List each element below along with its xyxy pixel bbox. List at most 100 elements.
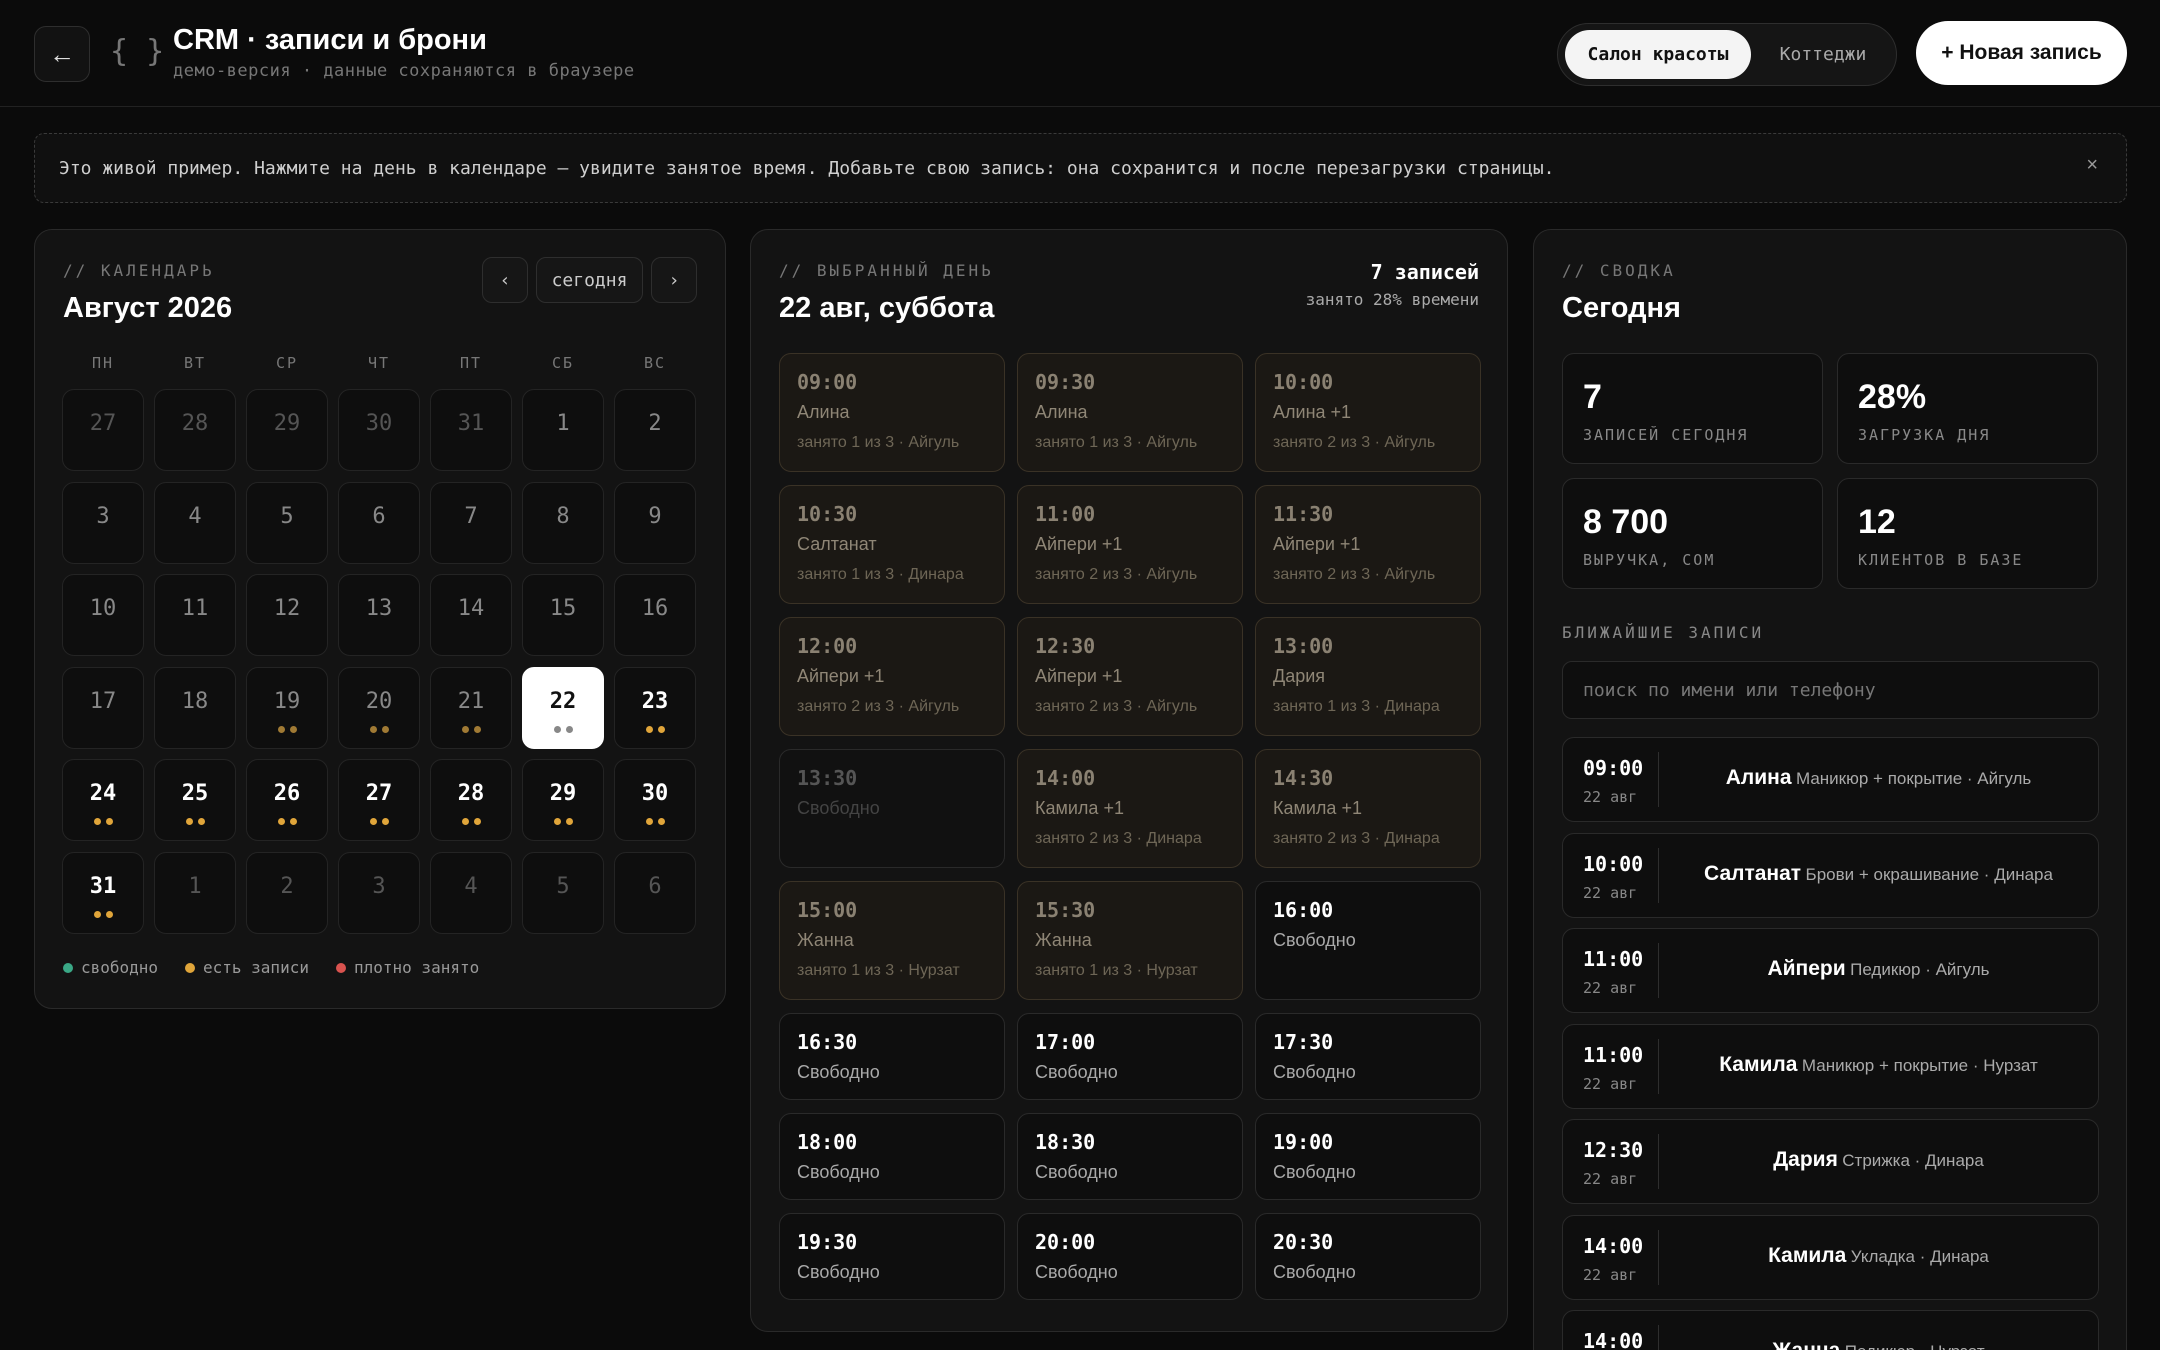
time-slot[interactable]: 20:00 Свободно	[1017, 1213, 1243, 1300]
time-slot[interactable]: 18:30 Свободно	[1017, 1113, 1243, 1200]
booking-dot	[657, 818, 665, 825]
calendar-day: 28	[154, 389, 236, 471]
summary-panel: // СВОДКА Сегодня 7 ЗАПИСЕЙ СЕГОДНЯ 28% …	[1533, 229, 2127, 1350]
calendar-day[interactable]: 11	[154, 574, 236, 656]
appointment-item[interactable]: 11:00 22 авг Камила Маникюр + покрытие · Н…	[1562, 1023, 2099, 1109]
calendar-day[interactable]: 14	[430, 574, 512, 656]
calendar-day[interactable]: 3	[62, 481, 144, 564]
appointment-item[interactable]: 09:00 22 авг Алина Маникюр + покрытие · Ай…	[1562, 737, 2099, 822]
time-slot[interactable]: 15:00 Жанна занято 1 из 3 · Нурзат	[779, 881, 1005, 1000]
calendar-day[interactable]: 21	[430, 666, 512, 749]
appointment-detail: Педикюр · Нурзат	[1845, 1342, 1985, 1350]
time-slot[interactable]: 12:00 Айпери +1 занято 2 из 3 · Айгуль	[779, 617, 1005, 736]
time-slot[interactable]: 14:00 Камила +1 занято 2 из 3 · Динара	[1017, 749, 1243, 868]
prev-month-button[interactable]: ‹	[482, 257, 528, 303]
segment-salon[interactable]: Салон красоты	[1565, 30, 1751, 79]
calendar-day[interactable]: 20	[338, 666, 420, 749]
client-search-input[interactable]	[1562, 661, 2099, 719]
time-slot[interactable]: 13:30 Свободно	[779, 749, 1005, 868]
calendar-day-number: 2	[280, 873, 294, 899]
appointment-item[interactable]: 12:30 22 авг Дария Стрижка · Динара	[1562, 1119, 2099, 1204]
time-slot[interactable]: 16:30 Свободно	[779, 1013, 1005, 1100]
time-slot[interactable]: 11:00 Айпери +1 занято 2 из 3 · Айгуль	[1017, 485, 1243, 604]
appointment-time: 11:00	[1583, 1042, 1644, 1067]
calendar-day[interactable]: 6	[338, 481, 420, 564]
calendar-day[interactable]: 22	[522, 666, 604, 749]
calendar-day[interactable]: 27	[338, 759, 420, 841]
appointment-item[interactable]: 14:0022 авгЖанна Педикюр · Нурзат	[1562, 1310, 2099, 1350]
time-slot[interactable]: 10:30 Салтанат занято 1 из 3 · Динара	[779, 485, 1005, 604]
time-slot[interactable]: 17:30 Свободно	[1255, 1013, 1481, 1100]
weekday-header: ПН	[91, 354, 115, 372]
appointment-client: Жанна	[1772, 1339, 1840, 1350]
back-button[interactable]: ←	[34, 26, 90, 82]
legend-dot	[63, 962, 73, 973]
calendar-day[interactable]: 19	[246, 666, 328, 749]
calendar-day[interactable]: 2	[614, 389, 696, 471]
calendar-day[interactable]: 4	[154, 481, 236, 564]
calendar-day-number: 4	[464, 873, 478, 899]
time-slot[interactable]: 15:30 Жанна занято 1 из 3 · Нурзат	[1017, 881, 1243, 1000]
slot-time: 13:00	[1273, 634, 1334, 658]
calendar-day[interactable]: 13	[338, 574, 420, 656]
calendar-day[interactable]: 12	[246, 574, 328, 656]
appointment-item[interactable]: 14:00 22 авг Камила Укладка · Динара	[1562, 1214, 2099, 1300]
time-slot[interactable]: 19:30 Свободно	[779, 1213, 1005, 1300]
calendar-day[interactable]: 23	[614, 666, 696, 749]
appointment-detail: Стрижка · Динара	[1842, 1151, 1984, 1170]
calendar-day[interactable]: 29	[522, 759, 604, 841]
appointment-time: 14:00	[1583, 1329, 1644, 1350]
calendar-day[interactable]: 30	[614, 759, 696, 841]
time-slot[interactable]: 09:00 Алина занято 1 из 3 · Айгуль	[779, 353, 1005, 472]
time-slot[interactable]: 13:00 Дария занято 1 из 3 · Динара	[1255, 617, 1481, 736]
time-slot[interactable]: 12:30 Айпери +1 занято 2 из 3 · Айгуль	[1017, 617, 1243, 736]
calendar-day[interactable]: 24	[62, 759, 144, 841]
calendar-day[interactable]: 15	[522, 574, 604, 656]
stat-day-load: 28% ЗАГРУЗКА ДНЯ	[1837, 353, 2098, 464]
calendar-day[interactable]: 9	[614, 481, 696, 564]
calendar-day-number: 22	[549, 688, 577, 714]
calendar-day[interactable]: 17	[62, 666, 144, 749]
next-month-button[interactable]: ›	[651, 257, 697, 303]
close-icon[interactable]: ×	[2086, 154, 2098, 177]
calendar-day[interactable]: 18	[154, 666, 236, 749]
appointment-detail: Брови + окрашивание · Динара	[1805, 864, 2053, 884]
calendar-day[interactable]: 16	[614, 574, 696, 656]
calendar-day-number: 23	[641, 688, 669, 714]
time-slot[interactable]: 14:30 Камила +1 занято 2 из 3 · Динара	[1255, 749, 1481, 868]
time-slot[interactable]: 19:00 Свободно	[1255, 1113, 1481, 1200]
booking-dot	[461, 818, 469, 825]
time-slot[interactable]: 17:00 Свободно	[1017, 1013, 1243, 1100]
slot-time: 17:30	[1273, 1030, 1334, 1054]
calendar-day[interactable]: 8	[522, 481, 604, 564]
calendar-day[interactable]: 10	[62, 574, 144, 656]
slot-client: Айпери +1	[1273, 534, 1361, 554]
segment-cottages[interactable]: Коттеджи	[1758, 30, 1888, 79]
appointment-detail: Маникюр + покрытие · Айгуль	[1795, 769, 2032, 788]
summary-title: Сегодня	[1562, 292, 1681, 324]
appointment-item[interactable]: 10:00 22 авг Салтанат Брови + окрашивание …	[1562, 832, 2099, 918]
calendar-day[interactable]: 7	[430, 481, 512, 564]
time-slot[interactable]: 10:00 Алина +1 занято 2 из 3 · Айгуль	[1255, 353, 1481, 472]
time-slot[interactable]: 18:00 Свободно	[779, 1113, 1005, 1200]
time-slot[interactable]: 11:30 Айпери +1 занято 2 из 3 · Айгуль	[1255, 485, 1481, 604]
booking-dot	[645, 818, 653, 825]
calendar-day[interactable]: 25	[154, 759, 236, 841]
time-slot[interactable]: 09:30 Алина занято 1 из 3 · Айгуль	[1017, 353, 1243, 472]
calendar-day-number: 7	[464, 503, 478, 529]
calendar-day[interactable]: 26	[246, 759, 328, 841]
time-slot[interactable]: 16:00 Свободно	[1255, 881, 1481, 1000]
calendar-day[interactable]: 31	[62, 851, 144, 934]
calendar-day-number: 24	[89, 781, 117, 806]
slot-time: 16:00	[1273, 898, 1334, 922]
new-booking-button[interactable]: + Новая запись	[1916, 21, 2127, 85]
booking-dot	[277, 818, 285, 825]
appointment-time: 11:00	[1583, 947, 1644, 971]
calendar-day[interactable]: 5	[246, 481, 328, 564]
today-button[interactable]: сегодня	[536, 257, 643, 303]
calendar-day[interactable]: 1	[522, 389, 604, 471]
calendar-day[interactable]: 28	[430, 759, 512, 841]
appointment-item[interactable]: 11:00 22 авг Айпери Педикюр · Айгуль	[1562, 928, 2099, 1013]
slot-status: занято 2 из 3 · Айгуль	[1273, 434, 1436, 451]
time-slot[interactable]: 20:30 Свободно	[1255, 1213, 1481, 1300]
